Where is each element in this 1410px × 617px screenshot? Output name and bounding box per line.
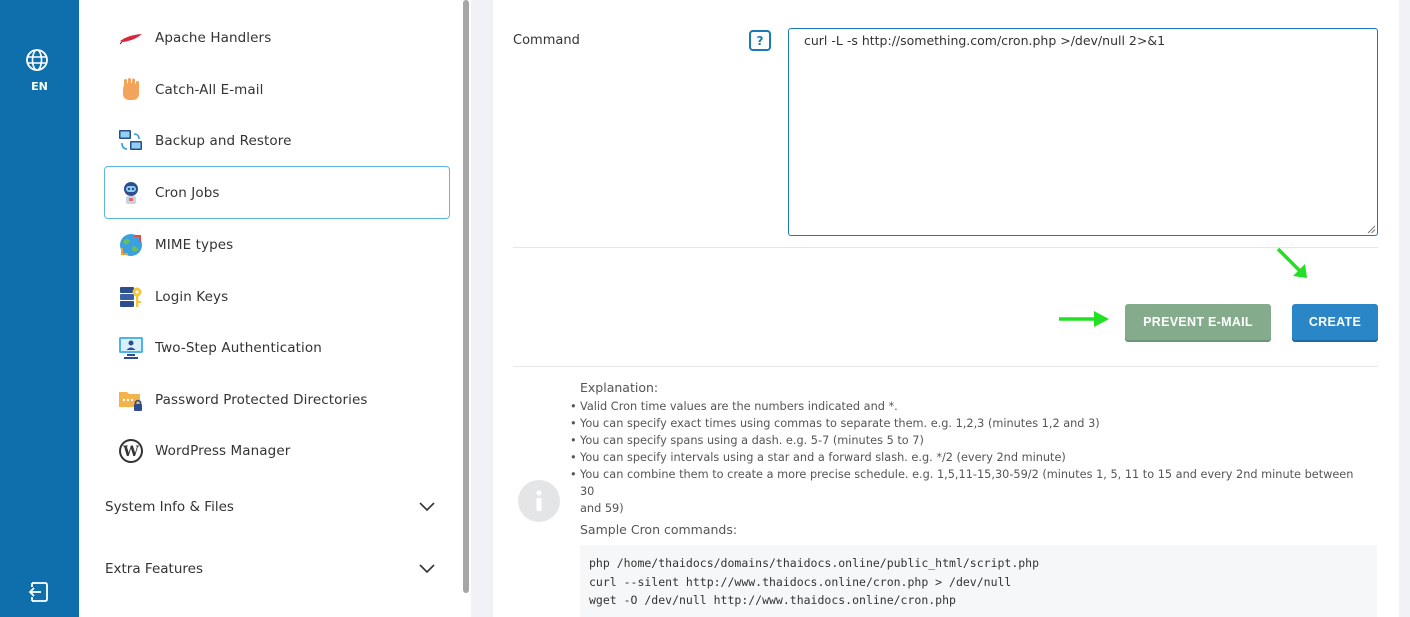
server-key-icon	[118, 284, 144, 310]
computers-sync-icon	[118, 128, 144, 154]
chevron-down-icon	[419, 564, 435, 574]
chevron-down-icon	[419, 502, 435, 512]
sidebar-item-apache-handlers[interactable]: Apache Handlers	[104, 12, 450, 63]
hand-icon	[118, 77, 144, 103]
help-button[interactable]: ?	[749, 30, 771, 51]
list-item: You can specify exact times using commas…	[570, 415, 1360, 432]
explanation-list: Valid Cron time values are the numbers i…	[570, 398, 1360, 517]
sample-commands-code: php /home/thaidocs/domains/thaidocs.onli…	[580, 545, 1377, 617]
sidebar-item-wordpress-manager[interactable]: W WordPress Manager	[104, 425, 450, 476]
sidebar-item-password-protected-dirs[interactable]: Password Protected Directories	[104, 374, 450, 425]
language-label[interactable]: EN	[0, 80, 79, 93]
code-line: wget -O /dev/null http://www.thaidocs.on…	[589, 593, 956, 607]
sidebar-item-label: Catch-All E-mail	[155, 81, 264, 98]
list-item: Valid Cron time values are the numbers i…	[570, 398, 1360, 415]
list-item: You can specify intervals using a star a…	[570, 449, 1360, 466]
info-icon	[518, 480, 560, 522]
create-button[interactable]: CREATE	[1292, 304, 1378, 340]
sidebar-scrollbar-thumb[interactable]	[463, 0, 469, 593]
divider	[513, 247, 1378, 248]
command-label: Command	[513, 33, 580, 48]
green-arrow-right-icon	[1059, 311, 1109, 327]
sidebar-item-label: WordPress Manager	[155, 442, 291, 459]
sidebar-item-catch-all-email[interactable]: Catch-All E-mail	[104, 64, 450, 115]
green-arrow-down-right-icon	[1276, 247, 1307, 278]
list-item-continuation: and 59)	[580, 502, 624, 515]
svg-text:W: W	[122, 444, 139, 460]
list-item: You can combine them to create a more pr…	[570, 466, 1360, 500]
sidebar-item-two-step-auth[interactable]: Two-Step Authentication	[104, 322, 450, 373]
sidebar-item-backup-restore[interactable]: Backup and Restore	[104, 115, 450, 166]
section-system-info-files[interactable]: System Info & Files	[105, 499, 435, 515]
sidebar-item-label: Login Keys	[155, 288, 229, 305]
sidebar-item-mime-types[interactable]: MIME types	[104, 219, 450, 270]
folder-lock-icon	[118, 387, 144, 413]
divider	[513, 366, 1378, 367]
list-item: You can specify spans using a dash. e.g.…	[570, 432, 1360, 449]
code-line: curl --silent http://www.thaidocs.online…	[589, 574, 1012, 589]
section-label: System Info & Files	[105, 499, 234, 515]
feather-icon	[118, 25, 144, 51]
sidebar-item-label: Password Protected Directories	[155, 391, 368, 408]
sidebar-item-label: Apache Handlers	[155, 29, 272, 46]
sidebar-item-label: Backup and Restore	[155, 132, 292, 149]
code-line: php /home/thaidocs/domains/thaidocs.onli…	[589, 556, 1040, 570]
wordpress-icon: W	[118, 438, 144, 464]
sample-commands-title: Sample Cron commands:	[580, 522, 738, 537]
section-label: Extra Features	[105, 561, 203, 577]
globe-icon[interactable]	[25, 48, 49, 72]
globe-arrows-icon	[118, 232, 144, 258]
explanation-block: Explanation:	[580, 380, 1380, 398]
command-textarea[interactable]: curl -L -s http://something.com/cron.php…	[788, 28, 1378, 236]
monitor-user-icon	[118, 335, 144, 361]
explanation-title: Explanation:	[580, 380, 659, 395]
sidebar-item-login-keys[interactable]: Login Keys	[104, 271, 450, 322]
left-rail: EN	[0, 0, 79, 617]
logout-icon[interactable]	[27, 581, 49, 603]
section-extra-features[interactable]: Extra Features	[105, 561, 435, 577]
sidebar-item-cron-jobs[interactable]: Cron Jobs	[104, 166, 450, 219]
sidebar-item-label: MIME types	[155, 236, 234, 253]
robot-icon	[118, 180, 144, 206]
resize-grip-icon[interactable]	[1367, 225, 1376, 234]
sidebar-item-label: Two-Step Authentication	[155, 339, 322, 356]
sidebar-item-label: Cron Jobs	[155, 184, 220, 201]
prevent-email-button[interactable]: PREVENT E-MAIL	[1125, 304, 1271, 340]
